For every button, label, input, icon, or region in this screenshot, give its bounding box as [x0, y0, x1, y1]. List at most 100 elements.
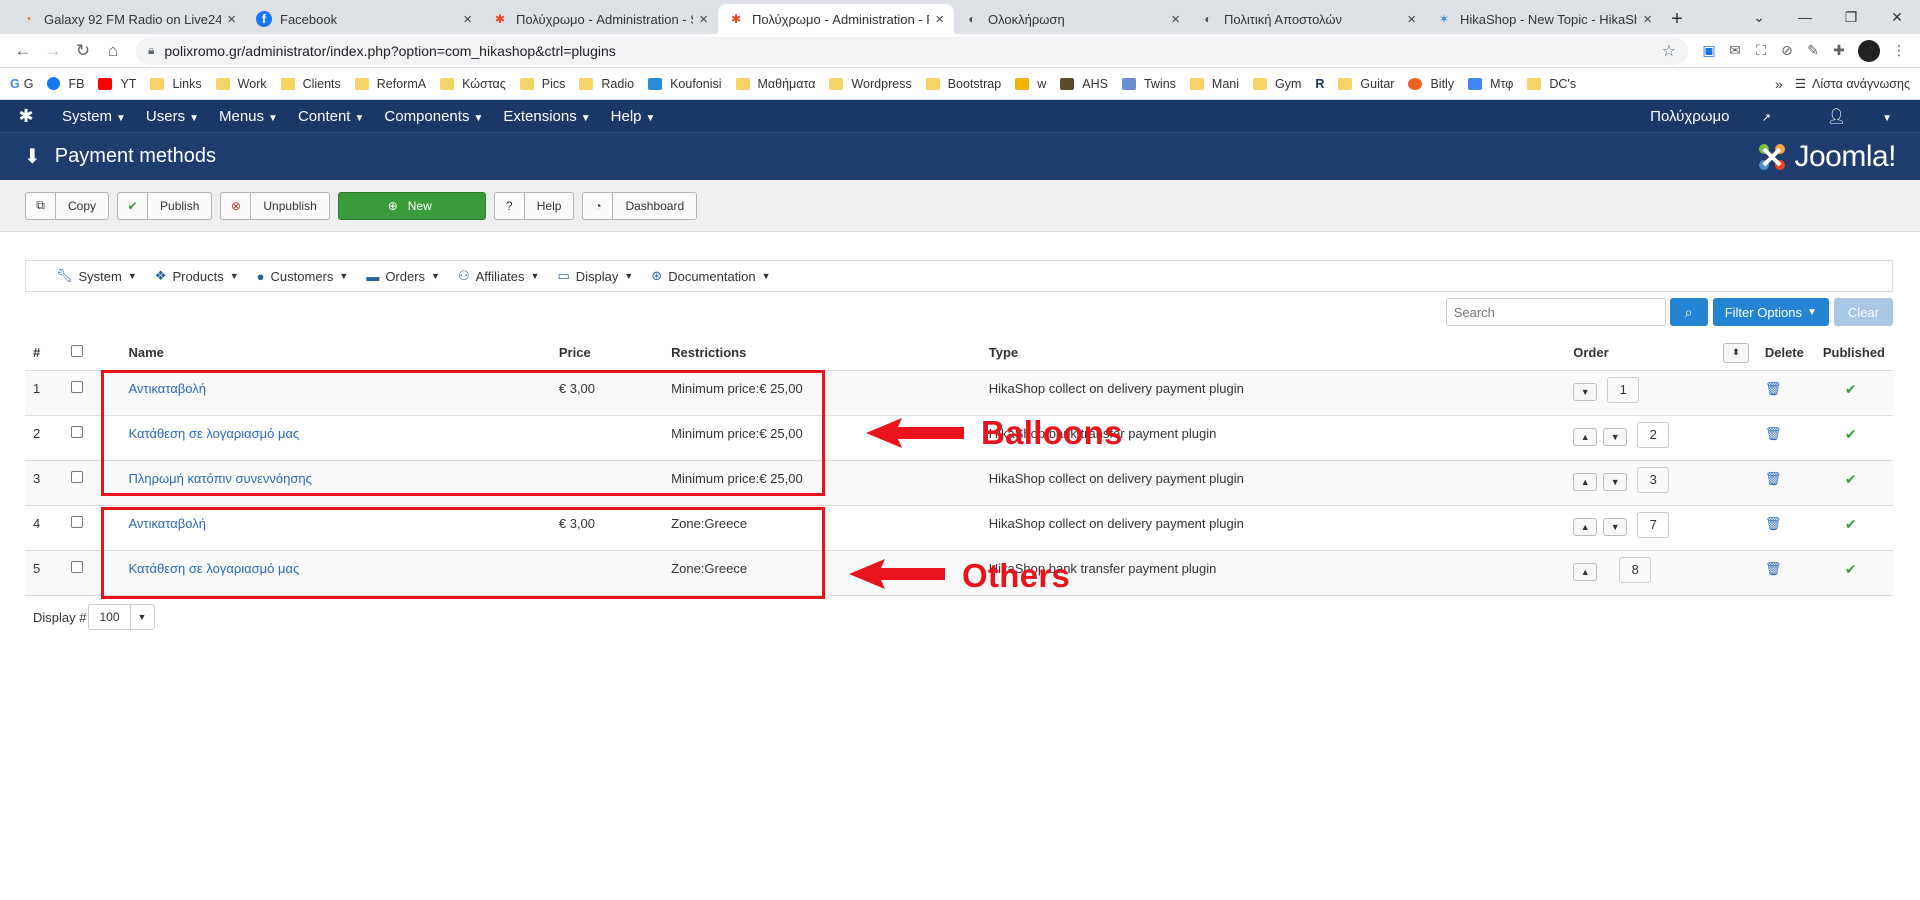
forward-icon[interactable]: → [38, 41, 68, 61]
close-window-icon[interactable]: ✕ [1874, 9, 1920, 26]
browser-tab[interactable]: ◐ Πολιτική Αποστολών × [1190, 4, 1426, 34]
order-input[interactable]: 7 [1637, 511, 1670, 538]
submenu-documentation[interactable]: ⊛ Documentation ▼ [651, 268, 770, 284]
browser-tab[interactable]: ◔ Galaxy 92 FM Radio on Live24.gr × [10, 4, 246, 34]
select-all-checkbox[interactable] [70, 345, 83, 358]
order-input[interactable]: 2 [1637, 421, 1670, 448]
move-up-icon[interactable]: ▲ [1573, 427, 1598, 446]
trash-icon[interactable]: 🗑︎ [1765, 471, 1782, 486]
bookmark-folder[interactable]: Mani [1189, 77, 1239, 91]
browser-tab[interactable]: ✱ Πολύχρωμο - Administration - S × [482, 4, 718, 34]
bookmark-folder[interactable]: Guitar [1338, 77, 1394, 91]
row-checkbox[interactable] [70, 560, 83, 573]
url-input[interactable]: 🔒︎ polixromo.gr/administrator/index.php?… [136, 36, 1688, 65]
published-check-icon[interactable]: ✔ [1845, 561, 1857, 577]
bookmark-folder[interactable]: Wordpress [829, 77, 912, 91]
minimize-icon[interactable]: — [1782, 9, 1828, 25]
close-icon[interactable]: × [1171, 11, 1180, 28]
published-check-icon[interactable]: ✔ [1845, 426, 1857, 442]
bookmark[interactable]: Μτφ [1468, 77, 1513, 91]
bookmark[interactable]: Bitly [1408, 77, 1454, 91]
user-menu[interactable]: 👤︎ ▼ [1799, 107, 1920, 125]
bookmark-folder[interactable]: ReformA [354, 77, 426, 91]
bookmark[interactable]: w [1015, 77, 1046, 91]
submenu-affiliates[interactable]: ⚇ Affiliates ▼ [458, 268, 539, 284]
bookmark-folder[interactable]: Gym [1253, 77, 1301, 91]
bookmark-folder[interactable]: Κώστας [440, 77, 506, 91]
close-icon[interactable]: × [1407, 11, 1416, 28]
browser-tab[interactable]: f Facebook × [246, 4, 482, 34]
col-name[interactable]: Name [120, 336, 551, 371]
block-icon[interactable]: ⊘ [1774, 42, 1800, 59]
bookmark-folder[interactable]: DC's [1527, 77, 1576, 91]
menu-extensions[interactable]: Extensions ▼ [493, 108, 600, 125]
trash-icon[interactable]: 🗑︎ [1765, 516, 1782, 531]
move-down-icon[interactable]: ▼ [1603, 427, 1628, 446]
close-icon[interactable]: × [1643, 11, 1652, 28]
profile-avatar[interactable] [1858, 39, 1880, 62]
bookmark-star-icon[interactable]: ☆ [1662, 41, 1676, 61]
screenshot-icon[interactable]: ⛶ [1748, 42, 1774, 59]
close-icon[interactable]: × [227, 11, 236, 28]
row-checkbox[interactable] [70, 425, 83, 438]
bookmark[interactable]: FB [47, 77, 84, 91]
display-count-select[interactable]: 100 ▼ [88, 604, 155, 630]
order-input[interactable]: 1 [1607, 376, 1640, 403]
col-price[interactable]: Price [550, 336, 664, 371]
move-up-icon[interactable]: ▲ [1573, 517, 1598, 536]
order-input[interactable]: 3 [1637, 466, 1670, 493]
site-link[interactable]: Πολύχρωμο ↗ [1622, 108, 1799, 125]
bookmark-folder[interactable]: Radio [579, 77, 634, 91]
copy-button[interactable]: ⧉ Copy [25, 191, 110, 220]
bookmark-folder[interactable]: Μαθήματα [735, 77, 815, 91]
reading-list[interactable]: ☰ Λίστα ανάγνωσης [1795, 76, 1910, 92]
row-checkbox[interactable] [70, 470, 83, 483]
menu-menus[interactable]: Menus ▼ [209, 108, 288, 125]
close-icon[interactable]: × [463, 11, 472, 28]
back-icon[interactable]: ← [8, 41, 38, 61]
menu-help[interactable]: Help ▼ [601, 108, 666, 125]
col-order[interactable]: Order [1565, 336, 1715, 371]
published-check-icon[interactable]: ✔ [1845, 381, 1857, 397]
reload-icon[interactable]: ↻ [68, 41, 98, 61]
menu-users[interactable]: Users ▼ [136, 108, 209, 125]
new-tab-button[interactable]: + [1662, 4, 1692, 34]
browser-tab-active[interactable]: ✱ Πολύχρωμο - Administration - P × [718, 4, 954, 34]
menu-system[interactable]: System ▼ [52, 108, 136, 125]
extension-icon[interactable]: ▣ [1696, 42, 1722, 59]
browser-tab[interactable]: ◐ Ολοκλήρωση × [954, 4, 1190, 34]
bookmark-folder[interactable]: Pics [519, 77, 565, 91]
row-checkbox[interactable] [70, 380, 83, 393]
bookmark[interactable]: GG [10, 77, 33, 91]
puzzle-icon[interactable]: ✚ [1826, 42, 1852, 59]
bookmark[interactable]: R [1315, 77, 1324, 91]
published-check-icon[interactable]: ✔ [1845, 516, 1857, 532]
submenu-system[interactable]: 🔧︎ System ▼ [56, 268, 137, 284]
dashboard-button[interactable]: ◔ Dashboard [582, 191, 698, 220]
joomla-logo-icon[interactable]: ✱ [0, 106, 52, 127]
submenu-customers[interactable]: ● Customers ▼ [257, 269, 349, 284]
publish-button[interactable]: ✔ Publish [117, 191, 213, 220]
trash-icon[interactable]: 🗑︎ [1765, 561, 1782, 576]
search-input[interactable] [1445, 298, 1666, 326]
browser-tab[interactable]: ✶ HikaShop - New Topic - HikaSho × [1426, 4, 1662, 34]
row-checkbox[interactable] [70, 515, 83, 528]
move-up-icon[interactable]: ▲ [1573, 472, 1598, 491]
save-order-icon[interactable]: ⬍ [1722, 342, 1749, 363]
restore-icon[interactable]: ❐ [1828, 9, 1874, 26]
filter-options-button[interactable]: Filter Options ▼ [1712, 298, 1829, 326]
bookmark[interactable]: Koufonisi [648, 77, 722, 91]
search-button[interactable]: ⌕ [1669, 298, 1708, 326]
submenu-orders[interactable]: ▬ Orders ▼ [366, 269, 440, 284]
mail-icon[interactable]: ✉ [1722, 42, 1748, 59]
move-down-icon[interactable]: ▼ [1573, 382, 1598, 401]
trash-icon[interactable]: 🗑︎ [1765, 381, 1782, 396]
col-type[interactable]: Type [980, 336, 1566, 371]
clear-button[interactable]: Clear [1833, 298, 1893, 326]
close-icon[interactable]: × [935, 11, 944, 28]
move-up-icon[interactable]: ▲ [1573, 562, 1598, 581]
bookmark-folder[interactable]: Work [215, 77, 267, 91]
published-check-icon[interactable]: ✔ [1845, 471, 1857, 487]
move-down-icon[interactable]: ▼ [1603, 472, 1628, 491]
bookmark[interactable]: Twins [1121, 77, 1176, 91]
